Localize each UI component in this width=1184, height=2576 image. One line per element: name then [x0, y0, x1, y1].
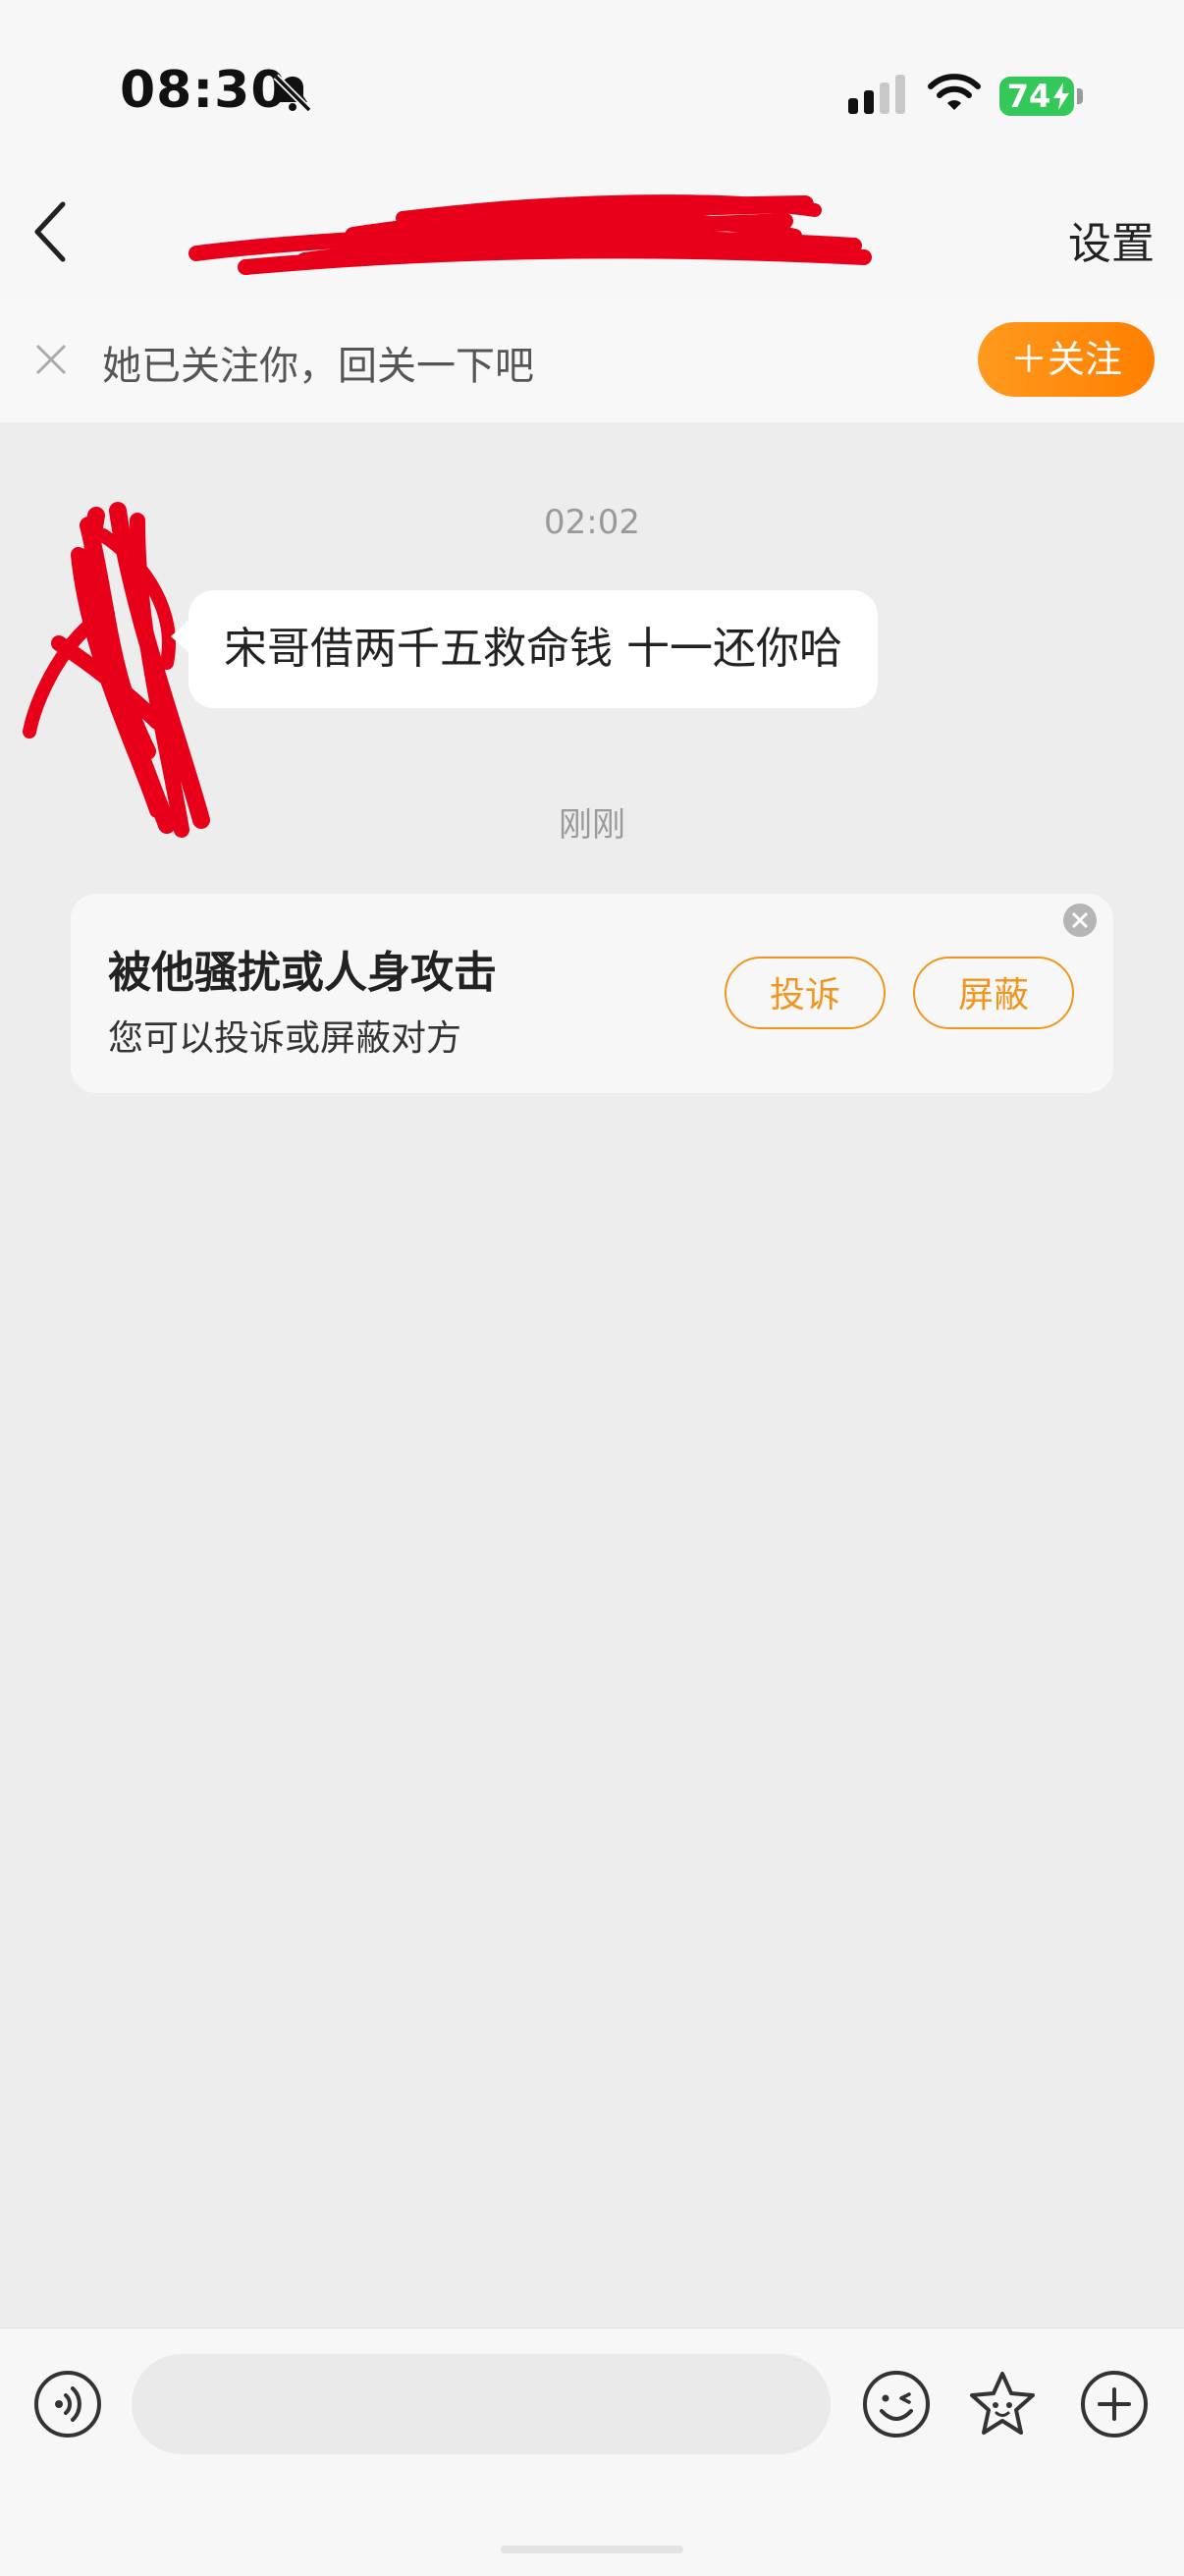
nav-bar: 设置 [0, 167, 1184, 298]
block-button[interactable]: 屏蔽 [913, 957, 1074, 1029]
close-circle-icon[interactable] [1062, 903, 1098, 938]
star-sticker-icon[interactable] [966, 2368, 1039, 2440]
follow-button[interactable]: ＋关注 [978, 322, 1155, 397]
smile-emoji-icon[interactable] [862, 2370, 931, 2439]
report-button[interactable]: 投诉 [725, 957, 886, 1029]
bubble-tail [171, 619, 190, 654]
close-icon[interactable] [31, 340, 71, 379]
follow-back-banner: 她已关注你，回关一下吧 ＋关注 [0, 297, 1184, 422]
status-bar: 08:30 74 [0, 0, 1184, 167]
wifi-icon [928, 74, 981, 110]
battery-indicator: 74 [999, 77, 1074, 116]
timestamp: 刚刚 [559, 805, 625, 845]
voice-icon[interactable] [33, 2370, 102, 2439]
cellular-signal-icon [848, 75, 905, 114]
bell-slash-icon [273, 74, 312, 113]
redacted-title-scribble [188, 194, 872, 275]
message-input[interactable] [132, 2354, 831, 2454]
harassment-safety-card: 被他骚扰或人身攻击 您可以投诉或屏蔽对方 投诉 屏蔽 [71, 894, 1113, 1093]
safety-card-subtitle: 您可以投诉或屏蔽对方 [108, 1018, 462, 1059]
charging-bolt-icon [1053, 82, 1069, 110]
plus-circle-icon[interactable] [1080, 2370, 1149, 2439]
battery-cap [1077, 88, 1083, 104]
chevron-left-icon[interactable] [24, 192, 82, 271]
status-time: 08:30 [120, 61, 288, 120]
home-indicator-dots [501, 2546, 683, 2553]
follow-back-text: 她已关注你，回关一下吧 [102, 344, 534, 389]
message-bubble[interactable]: 宋哥借两千五救命钱 十一还你哈 [188, 590, 878, 708]
settings-link[interactable]: 设置 [1068, 208, 1155, 271]
message-input-bar [0, 2328, 1184, 2576]
safety-card-title: 被他骚扰或人身攻击 [108, 948, 497, 998]
battery-level: 74 [1006, 78, 1051, 115]
